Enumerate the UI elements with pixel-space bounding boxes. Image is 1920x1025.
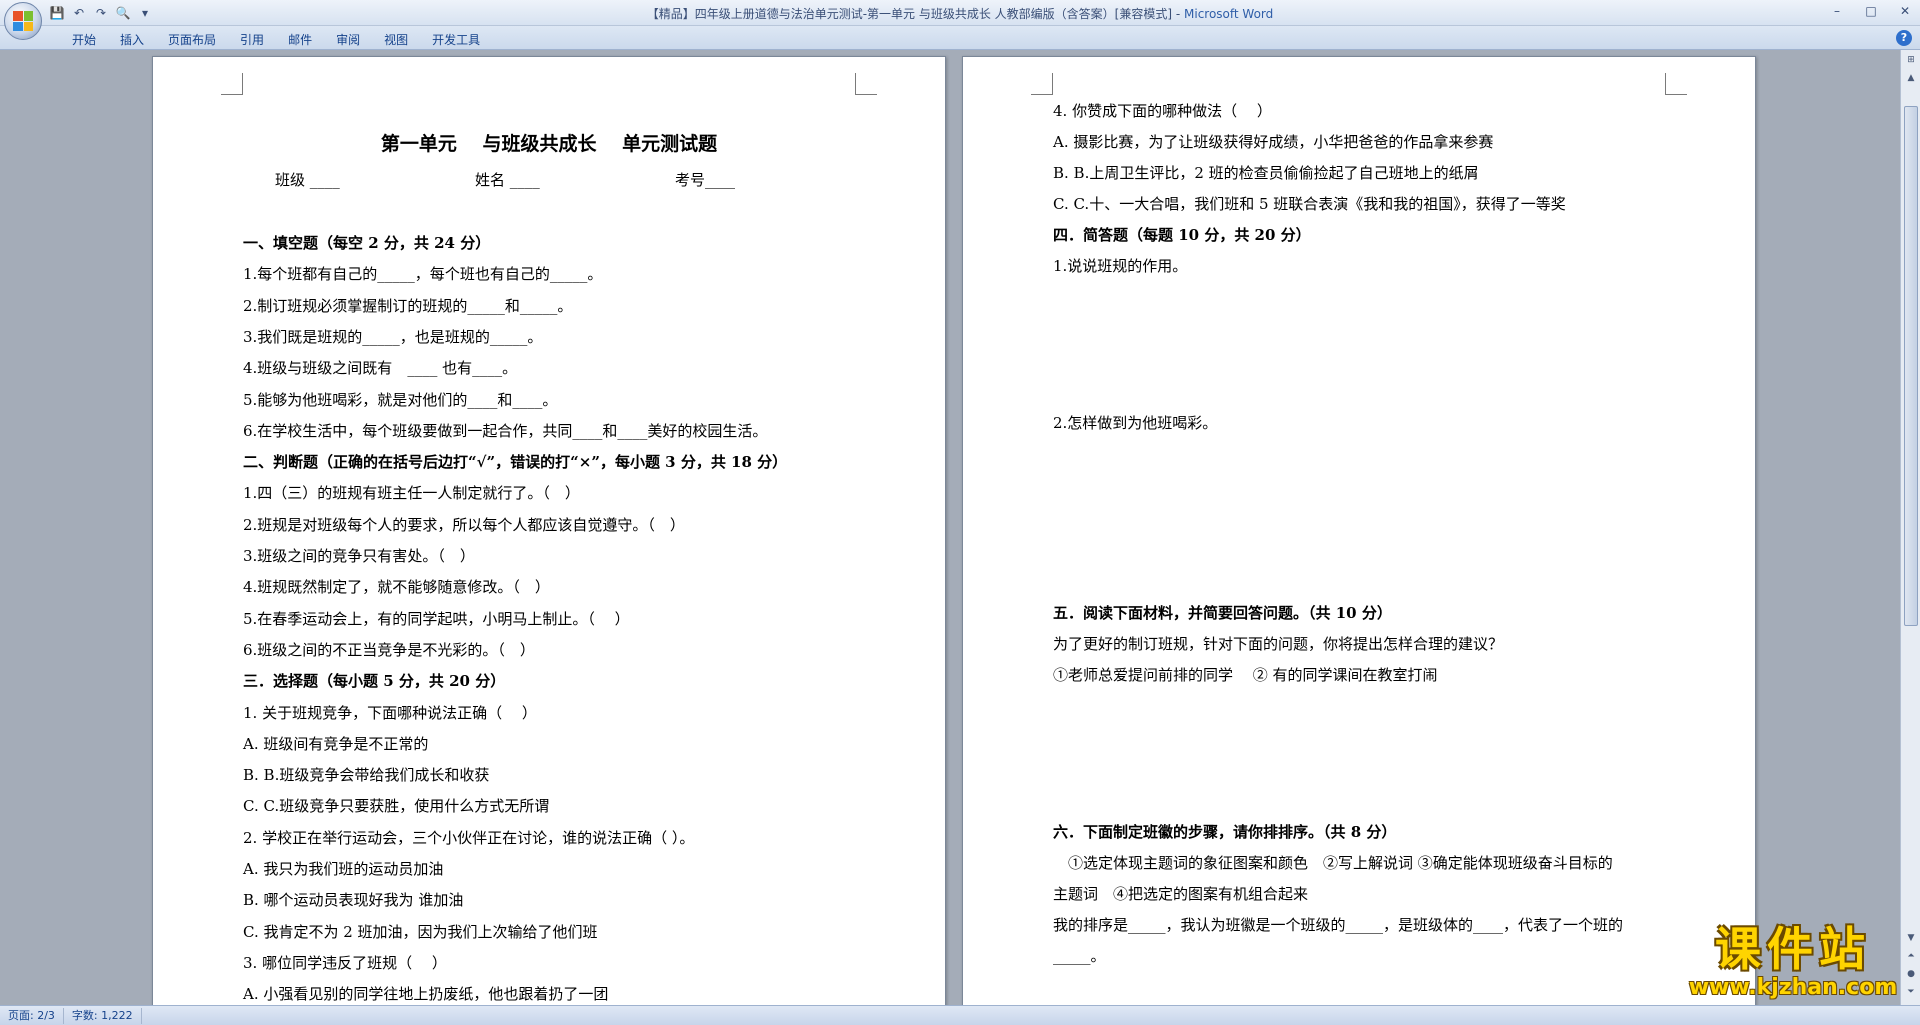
previous-page-icon[interactable]: ⏶ xyxy=(1903,948,1919,964)
doc-line: 三．选择题（每小题 5 分，共 20 分） xyxy=(243,672,506,691)
doc-line: 六．下面制定班徽的步骤，请你排排序。（共 8 分） xyxy=(1053,823,1397,841)
doc-line: 1.每个班都有自己的_____，每个班也有自己的_____。 xyxy=(243,265,603,284)
tab-references[interactable]: 引用 xyxy=(228,29,276,50)
exam-number-field: 考号____ xyxy=(675,171,736,189)
doc-line: 2.制订班规必须掌握制订的班规的_____和_____。 xyxy=(243,296,573,315)
doc-line: 为了更好的制订班规，针对下面的问题，你将提出怎样合理的建议？ xyxy=(1053,635,1504,653)
doc-line: _____。 xyxy=(1053,947,1106,965)
doc-line: 4. 你赞成下面的哪种做法（ ） xyxy=(1053,102,1272,120)
doc-line: 2. 学校正在举行运动会，三个小伙伴正在讨论，谁的说法正确（ ）。 xyxy=(243,828,695,847)
tab-review[interactable]: 审阅 xyxy=(324,29,372,50)
doc-line: 3. 哪位同学违反了班规（ ） xyxy=(243,953,447,972)
title-bar: 💾 ↶ ↷ 🔍 ▾ 【精品】四年级上册道德与法治单元测试-第一单元 与班级共成长… xyxy=(0,0,1920,40)
doc-line: ①选定体现主题词的象征图案和颜色 ②写上解说词 ③确定能体现班级奋斗目标的 xyxy=(1053,854,1613,872)
doc-line: B. 哪个运动员表现好我为 谁加油 xyxy=(243,891,464,910)
doc-line: 6.在学校生活中，每个班级要做到一起合作，共同____和____美好的校园生活。 xyxy=(243,421,768,440)
page-left[interactable]: 第一单元 与班级共成长 单元测试题 班级 ____ 姓名 ____ 考号____… xyxy=(152,56,946,1005)
doc-line: 1.四（三）的班规有班主任一人制定就行了。（ ） xyxy=(243,484,580,503)
doc-line: 二、判断题（正确的在括号后边打“√”，错误的打“×”，每小题 3 分，共 18 … xyxy=(243,453,788,472)
word-count[interactable]: 字数: 1,222 xyxy=(64,1007,142,1024)
margin-corner-mark xyxy=(221,73,243,95)
tab-home[interactable]: 开始 xyxy=(60,29,108,50)
doc-line: 3.我们既是班规的_____，也是班规的_____。 xyxy=(243,327,543,346)
office-button[interactable] xyxy=(4,2,42,40)
doc-line: 2.怎样做到为他班喝彩。 xyxy=(1053,414,1218,432)
status-bar: 页面: 2/3 字数: 1,222 xyxy=(0,1005,1920,1025)
office-logo-icon xyxy=(13,11,33,31)
doc-line: B. B.班级竞争会带给我们成长和收获 xyxy=(243,766,490,785)
window-controls: – □ ✕ xyxy=(1826,2,1916,20)
watermark-url: www.kjzhan.com xyxy=(1688,975,1898,1000)
margin-corner-mark xyxy=(1665,73,1687,95)
doc-line: A. 班级间有竞争是不正常的 xyxy=(243,734,429,753)
doc-line: 5.能够为他班喝彩，就是对他们的____和____。 xyxy=(243,390,558,409)
tab-developer[interactable]: 开发工具 xyxy=(420,29,492,50)
watermark-name: 课件站 xyxy=(1715,922,1871,976)
scroll-thumb[interactable] xyxy=(1904,106,1918,626)
margin-corner-mark xyxy=(855,73,877,95)
doc-line: ①老师总爱提问前排的同学 ② 有的同学课间在教室打闹 xyxy=(1053,666,1438,684)
doc-line: 4.班规既然制定了，就不能够随意修改。（ ） xyxy=(243,578,550,597)
doc-line: 四．简答题（每题 10 分，共 20 分） xyxy=(1053,226,1311,244)
page-indicator[interactable]: 页面: 2/3 xyxy=(0,1007,64,1024)
browse-object-icon[interactable]: ● xyxy=(1903,966,1919,982)
help-icon[interactable]: ? xyxy=(1896,30,1912,46)
doc-line: 2.班规是对班级每个人的要求，所以每个人都应该自觉遵守。（ ） xyxy=(243,515,685,534)
tab-page-layout[interactable]: 页面布局 xyxy=(156,29,228,50)
doc-line: 一、填空题（每空 2 分，共 24 分） xyxy=(243,234,491,252)
next-page-icon[interactable]: ⏷ xyxy=(1903,984,1919,1000)
doc-line: 1.说说班规的作用。 xyxy=(1053,257,1188,275)
tab-view[interactable]: 视图 xyxy=(372,29,420,50)
doc-line: 主题词 ④把选定的图案有机组合起来 xyxy=(1053,885,1309,903)
close-button[interactable]: ✕ xyxy=(1894,2,1916,20)
document-area[interactable]: 第一单元 与班级共成长 单元测试题 班级 ____ 姓名 ____ 考号____… xyxy=(0,50,1900,1005)
doc-title: 第一单元 与班级共成长 单元测试题 xyxy=(380,133,718,155)
window-title: 【精品】四年级上册道德与法治单元测试-第一单元 与班级共成长 人教部编版（含答案… xyxy=(0,5,1920,22)
scroll-down-icon[interactable]: ▼ xyxy=(1903,930,1919,946)
ruler-toggle-icon[interactable]: ⊞ xyxy=(1903,52,1919,68)
page-right[interactable]: 4. 你赞成下面的哪种做法（ ） A. 摄影比赛，为了让班级获得好成绩，小华把爸爸… xyxy=(962,56,1756,1005)
doc-line: 5.在春季运动会上，有的同学起哄，小明马上制止。（ ） xyxy=(243,609,630,628)
minimize-button[interactable]: – xyxy=(1826,2,1848,20)
document-title: 【精品】四年级上册道德与法治单元测试-第一单元 与班级共成长 人教部编版（含答案… xyxy=(646,7,1184,21)
doc-line: 4.班级与班级之间既有 ____ 也有____。 xyxy=(243,359,518,378)
doc-line: C. C.班级竞争只要获胜，使用什么方式无所谓 xyxy=(243,797,550,816)
site-watermark-logo: 课件站 www.kjzhan.com xyxy=(1688,923,1898,1001)
doc-line: 1. 关于班规竞争，下面哪种说法正确（ ） xyxy=(243,703,537,722)
doc-line: C. C.十、一大合唱，我们班和 5 班联合表演《我和我的祖国》，获得了一等奖 xyxy=(1053,195,1566,213)
doc-line: 3.班级之间的竞争只有害处。（ ） xyxy=(243,547,475,565)
tab-insert[interactable]: 插入 xyxy=(108,29,156,50)
scroll-up-icon[interactable]: ▲ xyxy=(1903,70,1919,86)
doc-line: 我的排序是_____，我认为班徽是一个班级的_____，是班级体的____，代表… xyxy=(1053,916,1624,934)
doc-line: A. 小强看见别的同学往地上扔废纸，他也跟着扔了一团 xyxy=(243,985,609,1004)
doc-line: C. 我肯定不为 2 班加油，因为我们上次输给了他们班 xyxy=(243,922,598,941)
margin-corner-mark xyxy=(1031,73,1053,95)
doc-line: A. 摄影比赛，为了让班级获得好成绩，小华把爸爸的作品拿来参赛 xyxy=(1053,133,1494,151)
tab-mailings[interactable]: 邮件 xyxy=(276,29,324,50)
ribbon: 开始 插入 页面布局 引用 邮件 审阅 视图 开发工具 ? xyxy=(0,26,1920,50)
maximize-button[interactable]: □ xyxy=(1860,2,1882,20)
doc-line: B. B.上周卫生评比，2 班的检查员偷偷捡起了自己班地上的纸屑 xyxy=(1053,164,1479,182)
app-name: Microsoft Word xyxy=(1184,7,1274,21)
ribbon-tabs: 开始 插入 页面布局 引用 邮件 审阅 视图 开发工具 xyxy=(60,29,492,50)
name-field: 姓名 ____ xyxy=(475,171,540,189)
doc-line: 6.班级之间的不正当竞争是不光彩的。（ ） xyxy=(243,640,535,659)
doc-line: A. 我只为我们班的运动员加油 xyxy=(243,860,444,878)
doc-line: 五．阅读下面材料，并简要回答问题。（共 10 分） xyxy=(1053,604,1392,622)
vertical-scrollbar[interactable]: ⊞ ▲ ▼ ⏶ ● ⏷ xyxy=(1900,50,1920,1005)
class-field: 班级 ____ xyxy=(275,171,340,189)
